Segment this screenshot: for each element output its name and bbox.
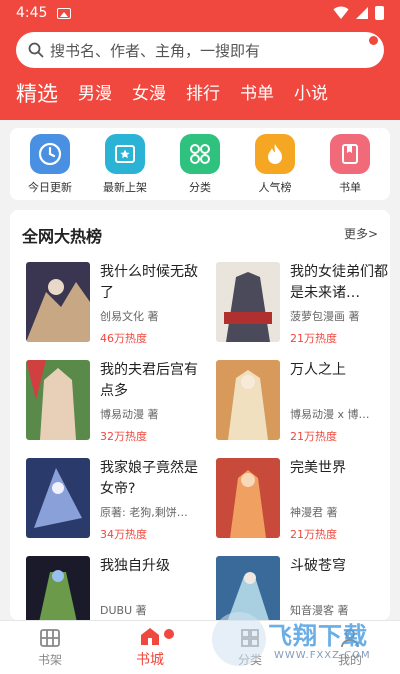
tab-ranking[interactable]: 排行 (186, 80, 220, 108)
watermark: 飞翔下载 WWW.FXXZ.COM (212, 612, 392, 670)
book-cover (26, 556, 90, 620)
book-author: 菠萝包漫画 著 (290, 310, 360, 323)
book-title: 斗破苍穹 (290, 558, 346, 574)
star-shelf-icon (105, 134, 145, 174)
shortcut-label: 书单 (339, 181, 361, 194)
book-item[interactable]: 我独自升级 DUBU 著 (26, 556, 202, 620)
tab-featured[interactable]: 精选 (16, 80, 58, 108)
search-placeholder: 搜书名、作者、主角，一搜即有 (50, 41, 261, 60)
section-title: 全网大热榜 (22, 227, 103, 246)
nav-label: 书架 (37, 652, 62, 667)
category-shortcuts: 今日更新 最新上架 分类 人气榜 书单 (10, 128, 390, 200)
book-heat: 34万热度 (100, 528, 147, 541)
battery-icon (375, 6, 384, 20)
book-author: 创易文化 著 (100, 310, 159, 323)
book-title: 我独自升级 (100, 558, 170, 574)
book-heat: 21万热度 (290, 332, 337, 345)
wifi-icon (333, 6, 349, 19)
book-cover (216, 458, 280, 538)
watermark-url: WWW.FXXZ.COM (274, 650, 371, 661)
book-item[interactable]: 万人之上 博易动漫 x 博… 21万热度 (216, 360, 390, 450)
book-author: 原著: 老狗,剩饼… (100, 506, 188, 519)
store-icon (141, 628, 159, 645)
book-title: 万人之上 (290, 362, 346, 378)
book-author: 神漫君 著 (290, 506, 338, 519)
book-cover (26, 458, 90, 538)
shortcut-today-updates[interactable]: 今日更新 (20, 134, 80, 200)
tab-male-comics[interactable]: 男漫 (78, 80, 112, 108)
shortcut-categories[interactable]: 分类 (170, 134, 230, 200)
hot-ranking-section: 全网大热榜 更多> 我什么时候无敌了 创易文化 著 46万热度 我的女徒弟们都是… (10, 210, 390, 620)
shortcut-label: 人气榜 (258, 181, 292, 194)
signal-icon (356, 7, 368, 19)
book-heat: 21万热度 (290, 528, 337, 541)
more-link[interactable]: 更多> (344, 225, 378, 242)
tab-novels[interactable]: 小说 (294, 80, 328, 108)
header: 4:45 搜书名、作者、主角，一搜即有 精选 男漫 女漫 排行 书单 小说 (0, 0, 400, 120)
shortcut-label: 分类 (189, 181, 211, 194)
book-cover (216, 360, 280, 440)
grid-icon (180, 134, 220, 174)
status-bar: 4:45 (0, 0, 400, 26)
nav-bookshelf[interactable]: 书架 (0, 621, 100, 674)
book-cover (26, 262, 90, 342)
watermark-logo (212, 612, 266, 666)
book-item[interactable]: 我家娘子竟然是女帝? 原著: 老狗,剩饼… 34万热度 (26, 458, 202, 548)
book-title: 我的夫君后宫有点多 (100, 362, 198, 399)
book-title: 我家娘子竟然是女帝? (100, 460, 198, 497)
book-author: DUBU 著 (100, 604, 147, 617)
image-notification-icon (57, 7, 72, 19)
book-heat: 46万热度 (100, 332, 147, 345)
notification-dot (369, 36, 378, 45)
tab-booklist[interactable]: 书单 (240, 80, 274, 108)
book-title: 我的女徒弟们都是未来诸… (290, 264, 388, 301)
book-item[interactable]: 我的女徒弟们都是未来诸… 菠萝包漫画 著 21万热度 (216, 262, 390, 352)
shortcut-label: 最新上架 (103, 181, 147, 194)
book-author: 博易动漫 x 博… (290, 408, 370, 421)
status-time: 4:45 (16, 5, 48, 21)
clock-icon (30, 134, 70, 174)
search-bar[interactable]: 搜书名、作者、主角，一搜即有 (16, 32, 384, 68)
shortcut-booklist[interactable]: 书单 (320, 134, 380, 200)
book-item[interactable]: 我什么时候无敌了 创易文化 著 46万热度 (26, 262, 202, 352)
book-title: 我什么时候无敌了 (100, 264, 198, 301)
watermark-text: 飞翔下载 (268, 622, 368, 650)
book-cover (26, 360, 90, 440)
notification-dot (164, 629, 174, 639)
nav-label: 书城 (136, 652, 164, 668)
book-item[interactable]: 完美世界 神漫君 著 21万热度 (216, 458, 390, 548)
book-item[interactable]: 我的夫君后宫有点多 博易动漫 著 32万热度 (26, 360, 202, 450)
book-item[interactable]: 斗破苍穹 知音漫客 著 (216, 556, 390, 620)
book-cover (216, 556, 280, 620)
book-author: 博易动漫 著 (100, 408, 159, 421)
fire-icon (255, 134, 295, 174)
search-icon (28, 42, 44, 58)
book-heat: 21万热度 (290, 430, 337, 443)
book-icon (330, 134, 370, 174)
bookshelf-icon (40, 628, 60, 647)
book-cover (216, 262, 280, 342)
tab-female-comics[interactable]: 女漫 (132, 80, 166, 108)
book-heat: 32万热度 (100, 430, 147, 443)
tab-bar: 精选 男漫 女漫 排行 书单 小说 (16, 80, 348, 108)
shortcut-popular[interactable]: 人气榜 (245, 134, 305, 200)
shortcut-new-arrivals[interactable]: 最新上架 (95, 134, 155, 200)
book-title: 完美世界 (290, 460, 346, 476)
nav-store[interactable]: 书城 (100, 621, 200, 674)
shortcut-label: 今日更新 (28, 181, 72, 194)
